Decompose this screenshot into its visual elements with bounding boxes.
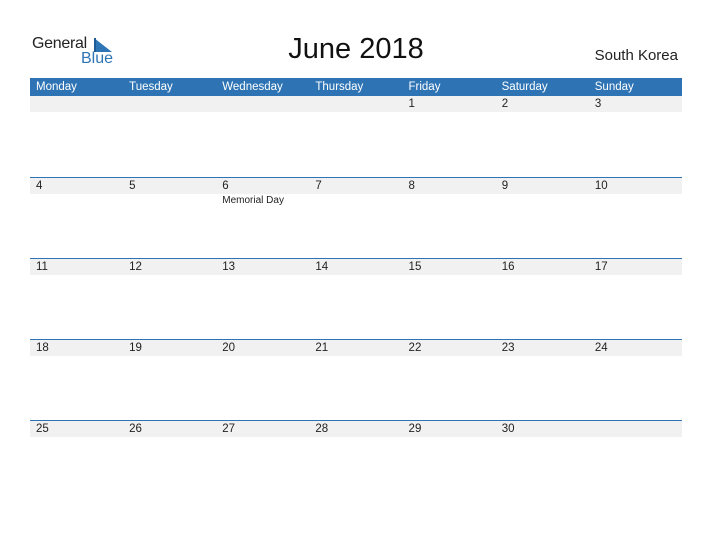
day-cell[interactable] — [216, 96, 309, 177]
day-cell[interactable]: 13 — [216, 259, 309, 340]
day-cell[interactable]: 1 — [403, 96, 496, 177]
day-number: 26 — [129, 423, 142, 435]
weekday-saturday: Saturday — [501, 81, 548, 93]
holiday-label: Memorial Day — [222, 195, 284, 206]
day-cell[interactable]: 18 — [30, 340, 123, 421]
weekday-tuesday: Tuesday — [129, 81, 173, 93]
country-label: South Korea — [594, 47, 678, 64]
day-number: 1 — [408, 98, 415, 110]
week-row: 25 26 27 28 29 30 — [30, 420, 682, 502]
weekday-thursday: Thursday — [315, 81, 364, 93]
day-cell[interactable]: 20 — [216, 340, 309, 421]
day-number: 7 — [315, 180, 322, 192]
day-number: 25 — [36, 423, 49, 435]
day-number: 27 — [222, 423, 236, 435]
day-cell[interactable]: 23 — [496, 340, 589, 421]
day-cell[interactable]: 14 — [309, 259, 402, 340]
day-number: 5 — [129, 180, 136, 192]
day-number: 29 — [408, 423, 422, 435]
day-cell[interactable]: 19 — [123, 340, 216, 421]
day-cell[interactable] — [30, 96, 123, 177]
day-cell[interactable]: 26 — [123, 421, 216, 502]
day-cell[interactable]: 25 — [30, 421, 123, 502]
day-cell[interactable] — [123, 96, 216, 177]
day-number: 18 — [36, 342, 49, 354]
week-row: 1 2 3 — [30, 96, 682, 177]
week-row: 4 5 6 Memorial Day 7 8 9 10 — [30, 177, 682, 259]
day-number: 9 — [501, 180, 509, 192]
day-number: 21 — [315, 342, 329, 354]
day-number: 28 — [315, 423, 329, 435]
day-cell[interactable]: 8 — [403, 178, 496, 259]
day-number: 15 — [408, 261, 422, 273]
day-number: 2 — [501, 98, 509, 110]
day-cell[interactable]: 17 — [589, 259, 682, 340]
day-cell[interactable] — [309, 96, 402, 177]
day-number: 22 — [408, 342, 422, 354]
weekday-friday: Friday — [408, 81, 441, 93]
day-number: 23 — [501, 342, 515, 354]
day-number: 12 — [129, 261, 142, 273]
day-number: 6 — [222, 180, 229, 192]
day-number: 4 — [36, 180, 43, 192]
day-number: 20 — [222, 342, 236, 354]
day-number: 11 — [36, 261, 48, 273]
day-cell[interactable]: 24 — [589, 340, 682, 421]
weekday-header: Monday Tuesday Wednesday Thursday Friday… — [30, 78, 682, 96]
day-cell[interactable]: 7 — [309, 178, 402, 259]
day-number: 17 — [594, 261, 608, 273]
week-row: 18 19 20 21 22 23 24 — [30, 339, 682, 421]
day-cell[interactable]: 21 — [309, 340, 402, 421]
day-cell[interactable]: 9 — [496, 178, 589, 259]
day-cell[interactable]: 29 — [403, 421, 496, 502]
day-cell[interactable]: 30 — [496, 421, 589, 502]
day-number: 3 — [594, 98, 602, 110]
day-number: 13 — [222, 261, 236, 273]
day-cell[interactable]: 5 — [123, 178, 216, 259]
day-number: 30 — [501, 423, 515, 435]
week-row: 11 12 13 14 15 16 17 — [30, 258, 682, 340]
day-cell[interactable]: 2 — [496, 96, 589, 177]
weekday-sunday: Sunday — [594, 81, 634, 93]
weekday-monday: Monday — [36, 81, 77, 93]
day-cell[interactable]: 27 — [216, 421, 309, 502]
day-number: 10 — [594, 180, 608, 192]
day-cell[interactable] — [589, 421, 682, 502]
day-cell[interactable]: 12 — [123, 259, 216, 340]
day-number: 8 — [408, 180, 415, 192]
day-cell[interactable]: 22 — [403, 340, 496, 421]
day-number: 14 — [315, 261, 329, 273]
day-cell[interactable]: 15 — [403, 259, 496, 340]
day-cell[interactable]: 10 — [589, 178, 682, 259]
day-cell[interactable]: 4 — [30, 178, 123, 259]
day-cell[interactable]: 3 — [589, 96, 682, 177]
day-number: 19 — [129, 342, 142, 354]
day-cell[interactable]: 16 — [496, 259, 589, 340]
day-cell[interactable]: 6 Memorial Day — [216, 178, 309, 259]
day-number: 24 — [594, 342, 608, 354]
day-cell[interactable]: 11 — [30, 259, 123, 340]
day-cell[interactable]: 28 — [309, 421, 402, 502]
day-number: 16 — [501, 261, 515, 273]
weekday-wednesday: Wednesday — [222, 81, 283, 93]
